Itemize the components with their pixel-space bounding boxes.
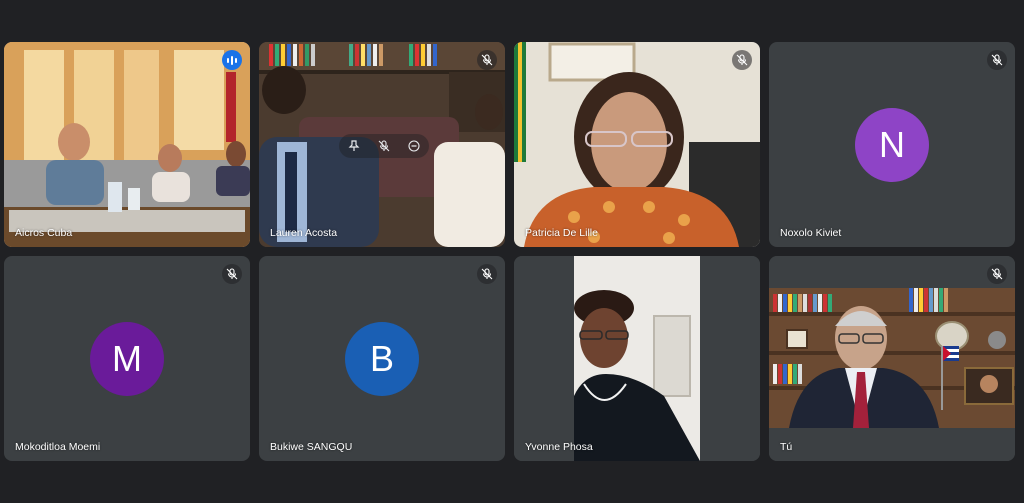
avatar-initial: M xyxy=(112,337,142,379)
participant-name: Aicros Cuba xyxy=(15,227,73,239)
remove-icon[interactable] xyxy=(403,135,425,157)
video-feed xyxy=(514,42,760,247)
mic-off-icon xyxy=(987,50,1007,70)
pin-icon[interactable] xyxy=(343,135,365,157)
avatar: B xyxy=(345,321,419,396)
participant-tile-self[interactable]: Tú xyxy=(769,256,1015,461)
participant-tile-yvonne-phosa[interactable]: Yvonne Phosa xyxy=(514,256,760,461)
mic-off-icon xyxy=(732,50,752,70)
participant-tile-mokoditloa-moemi[interactable]: M Mokoditloa Moemi xyxy=(4,256,250,461)
tile-hover-controls xyxy=(339,134,429,158)
audio-level-icon xyxy=(222,50,242,70)
mic-off-icon xyxy=(477,264,497,284)
participant-name: Lauren Acosta xyxy=(270,227,338,239)
participant-name: Noxolo Kiviet xyxy=(780,227,842,239)
video-feed xyxy=(514,256,760,461)
avatar: N xyxy=(855,107,929,182)
avatar-initial: B xyxy=(369,337,394,379)
mic-off-icon xyxy=(477,50,497,70)
participant-name: Yvonne Phosa xyxy=(525,441,593,453)
participant-tile-patricia-de-lille[interactable]: Patricia De Lille xyxy=(514,42,760,247)
participant-name: Mokoditloa Moemi xyxy=(15,441,101,453)
video-feed xyxy=(4,42,250,247)
participant-name: Tú xyxy=(780,441,793,453)
participant-tile-bukiwe-sangqu[interactable]: B Bukiwe SANGQU xyxy=(259,256,505,461)
participant-name: Patricia De Lille xyxy=(525,227,598,239)
video-feed xyxy=(769,256,1015,461)
avatar: M xyxy=(90,321,164,396)
mic-off-icon xyxy=(222,264,242,284)
participant-name: Bukiwe SANGQU xyxy=(270,441,353,453)
mic-off-icon[interactable] xyxy=(373,135,395,157)
avatar-initial: N xyxy=(879,123,905,165)
participant-tile-noxolo-kiviet[interactable]: N Noxolo Kiviet xyxy=(769,42,1015,247)
mic-off-icon xyxy=(987,264,1007,284)
participant-tile-aicros-cuba[interactable]: Aicros Cuba xyxy=(4,42,250,247)
participant-tile-lauren-acosta[interactable]: Lauren Acosta xyxy=(259,42,505,247)
